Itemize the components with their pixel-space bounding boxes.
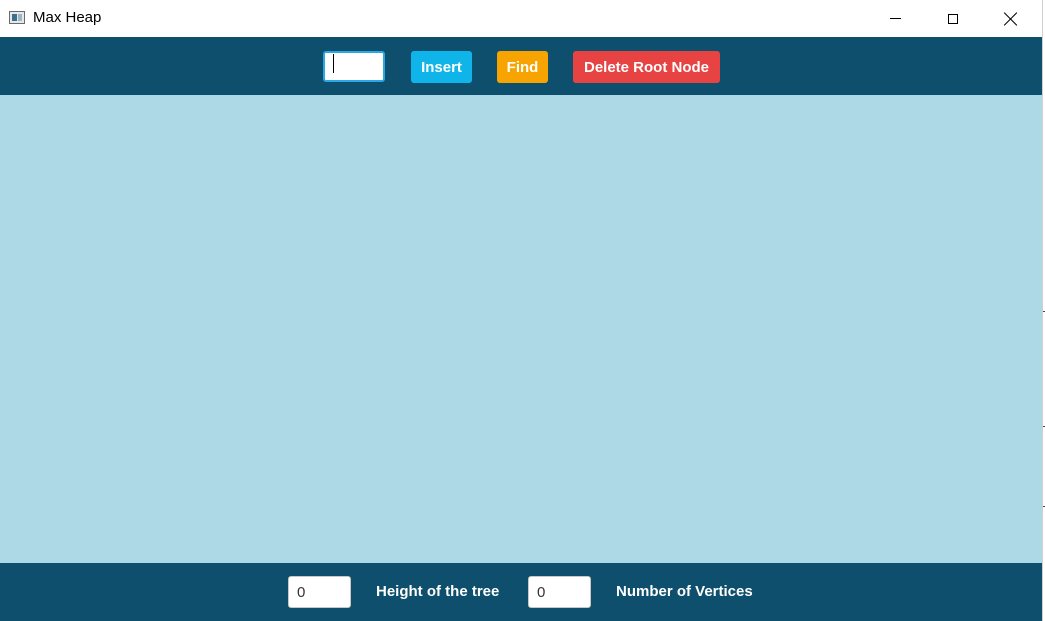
- window-title: Max Heap: [33, 9, 102, 26]
- text-caret: [333, 54, 334, 73]
- tree-height-field[interactable]: [288, 576, 351, 608]
- minimize-icon: [889, 18, 901, 19]
- tree-height-label: Height of the tree: [376, 583, 500, 600]
- close-icon: [1004, 12, 1018, 26]
- delete-root-node-button[interactable]: Delete Root Node: [573, 51, 720, 83]
- maximize-button[interactable]: [924, 0, 982, 37]
- vertex-count-label: Number of Vertices: [616, 583, 753, 600]
- top-toolbar: Insert Find Delete Root Node: [0, 37, 1042, 95]
- insert-button[interactable]: Insert: [411, 51, 472, 83]
- app-window: Max Heap Insert Find Delete Root Node He…: [0, 0, 1043, 621]
- title-bar: Max Heap: [0, 0, 1042, 37]
- vertex-count-field[interactable]: [528, 576, 591, 608]
- heap-canvas[interactable]: [0, 95, 1042, 563]
- app-window-icon: [9, 11, 25, 24]
- find-button[interactable]: Find: [497, 51, 548, 83]
- bottom-stats-bar: Height of the tree Number of Vertices: [0, 563, 1042, 621]
- maximize-icon: [948, 13, 958, 24]
- minimize-button[interactable]: [866, 0, 924, 37]
- close-button[interactable]: [982, 0, 1040, 37]
